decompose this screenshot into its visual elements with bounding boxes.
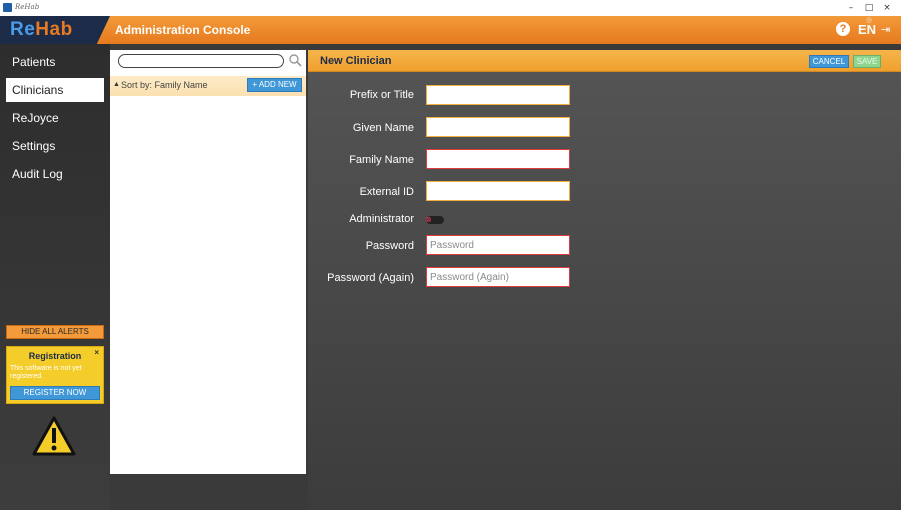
warning-icon: [32, 416, 76, 456]
close-window-button[interactable]: ×: [880, 1, 894, 15]
password-field[interactable]: [426, 235, 570, 255]
sidebar-item-rejoyce[interactable]: ReJoyce: [6, 106, 104, 130]
sort-label: Sort by: Family Name: [121, 80, 208, 90]
cancel-button[interactable]: CANCEL: [809, 55, 849, 68]
page-title: Administration Console: [115, 23, 251, 37]
help-icon[interactable]: ?: [836, 22, 850, 36]
family-name-field[interactable]: [426, 149, 570, 169]
sort-bar[interactable]: ▲ Sort by: Family Name + ADD NEW: [110, 76, 306, 96]
password-again-label: Password (Again): [327, 272, 414, 284]
maximize-button[interactable]: □: [862, 1, 876, 15]
external-id-field[interactable]: [426, 181, 570, 201]
registration-alert: × Registration This software is not yet …: [6, 346, 104, 404]
password-again-field[interactable]: [426, 267, 570, 287]
logo-hab: Hab: [35, 19, 73, 40]
form-title: New Clinician: [320, 55, 392, 67]
password-label: Password: [365, 240, 414, 252]
window-title: ReHab: [15, 3, 40, 11]
minimize-button[interactable]: –: [844, 1, 858, 15]
registration-title: Registration: [28, 351, 82, 361]
register-now-button[interactable]: REGISTER NOW: [10, 386, 100, 400]
new-clinician-form: New Clinician CANCEL SAVE Prefix or Titl…: [308, 50, 901, 510]
rehab-logo: ReHab: [0, 16, 110, 44]
given-name-field[interactable]: [426, 117, 570, 137]
hide-all-alerts-button[interactable]: HIDE ALL ALERTS: [6, 325, 104, 339]
search-icon[interactable]: [288, 53, 302, 67]
sidebar: Patients Clinicians ReJoyce Settings Aud…: [0, 44, 110, 510]
logout-icon[interactable]: ⇥: [881, 23, 890, 36]
sidebar-item-audit-log[interactable]: Audit Log: [6, 162, 104, 186]
app-icon: [3, 3, 12, 12]
window-titlebar: ReHab – □ ×: [0, 0, 901, 16]
search-box: [118, 54, 284, 72]
prefix-label: Prefix or Title: [349, 89, 414, 101]
toggle-off-icon: ⊗: [425, 215, 432, 224]
administrator-toggle[interactable]: ⊗: [425, 215, 444, 224]
family-name-label: Family Name: [349, 154, 414, 166]
app-header: ReHab Administration Console ? ◎ EN ⇥: [0, 16, 901, 44]
add-new-button[interactable]: + ADD NEW: [247, 78, 302, 92]
sidebar-item-clinicians[interactable]: Clinicians: [6, 78, 104, 102]
administrator-label: Administrator: [349, 213, 414, 225]
form-header: New Clinician CANCEL SAVE: [308, 50, 901, 72]
sort-arrow-icon: ▲: [113, 81, 120, 88]
language-selector[interactable]: EN: [858, 22, 876, 37]
logo-re: Re: [10, 19, 36, 40]
prefix-field[interactable]: [426, 85, 570, 105]
search-input[interactable]: [119, 59, 283, 72]
save-button[interactable]: SAVE: [853, 55, 881, 68]
sidebar-item-patients[interactable]: Patients: [6, 50, 104, 74]
external-id-label: External ID: [359, 186, 414, 198]
registration-message: This software is not yet registered.: [10, 365, 82, 380]
given-name-label: Given Name: [352, 122, 414, 134]
sidebar-item-settings[interactable]: Settings: [6, 134, 104, 158]
clinician-list-panel: ▲ Sort by: Family Name + ADD NEW: [110, 50, 306, 474]
